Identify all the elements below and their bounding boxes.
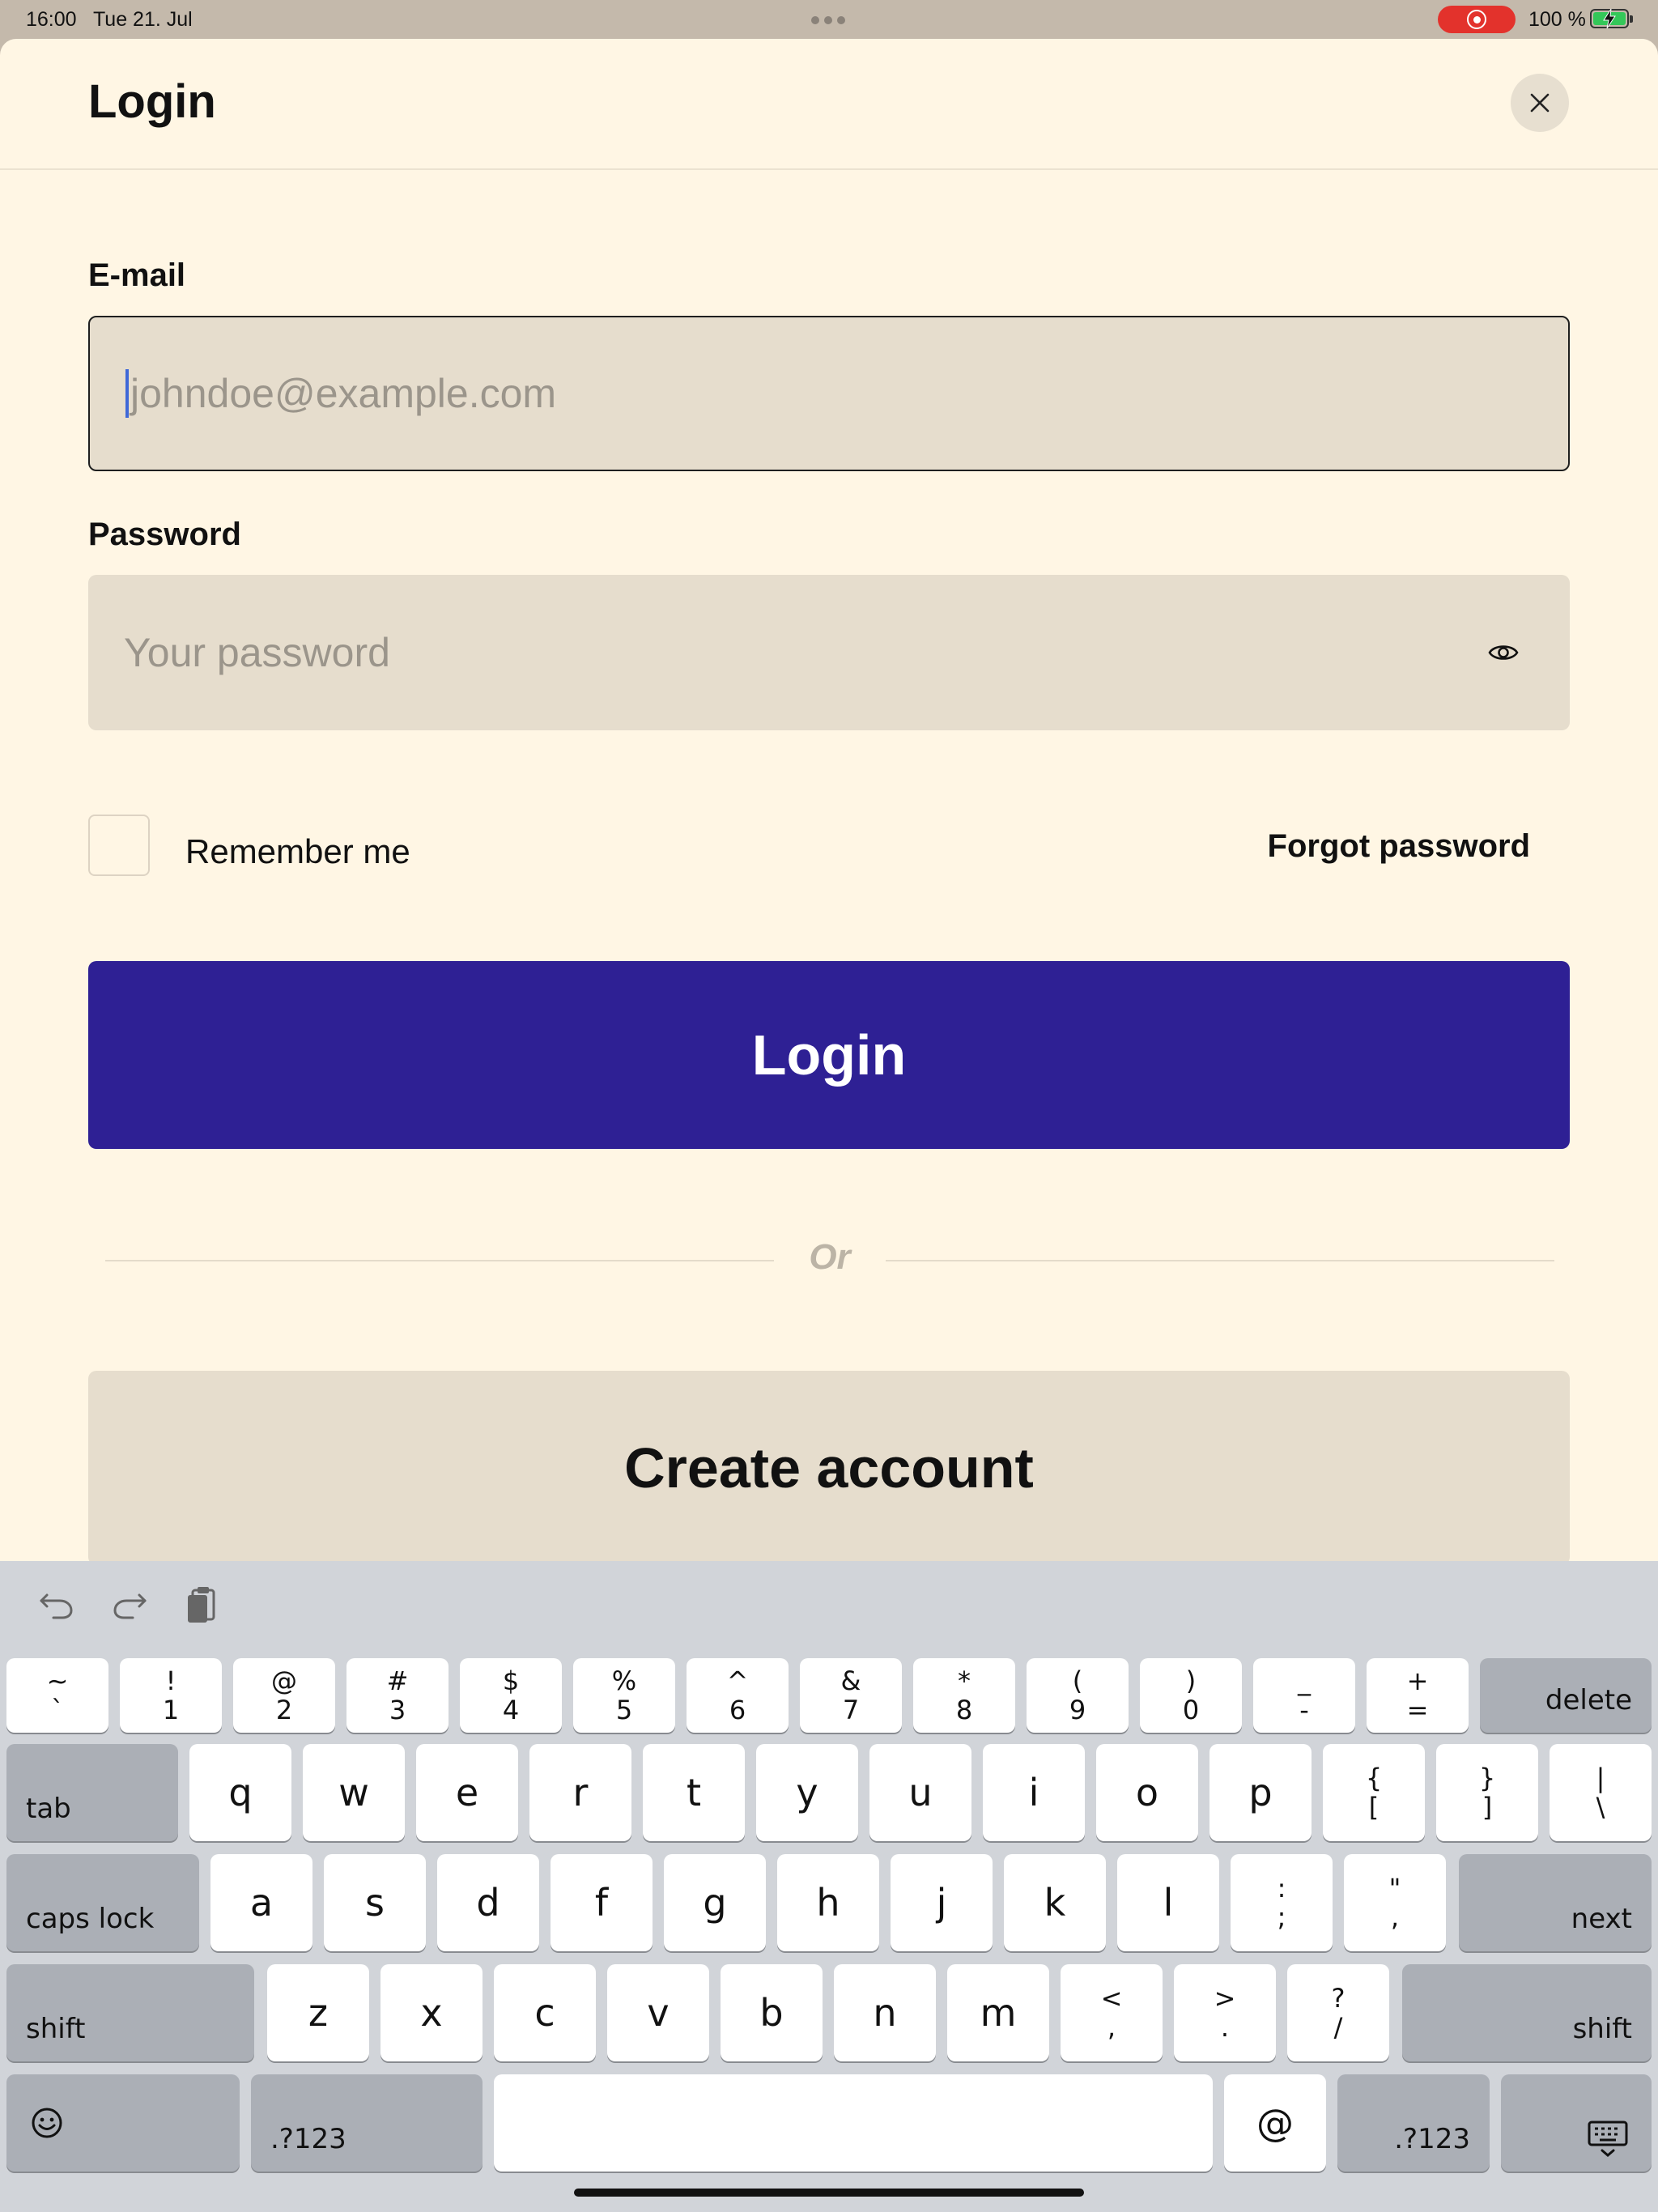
key-7[interactable]: & 7 <box>800 1658 902 1733</box>
tab-key[interactable]: tab <box>6 1744 178 1841</box>
key-9[interactable]: (9 <box>1027 1658 1129 1733</box>
multitasking-dots-icon[interactable] <box>811 16 845 24</box>
key-4[interactable]: $4 <box>460 1658 562 1733</box>
sheet-header: Login <box>0 39 1658 170</box>
key-[[interactable]: {[ <box>1323 1744 1425 1841</box>
space-bar[interactable] <box>494 2074 1213 2172</box>
remember-me-label[interactable]: Remember me <box>185 832 410 871</box>
show-password-eye-icon[interactable] <box>1487 636 1520 669</box>
key-\[interactable]: | \ <box>1550 1744 1652 1841</box>
or-label: Or <box>809 1237 851 1277</box>
key-t[interactable]: t <box>643 1744 745 1841</box>
key-s[interactable]: s <box>324 1854 426 1951</box>
key-b[interactable]: b <box>721 1964 823 2061</box>
key-x[interactable]: x <box>380 1964 483 2061</box>
next-key[interactable]: next <box>1459 1854 1652 1951</box>
key-g[interactable]: g <box>664 1854 766 1951</box>
numbers-key-left[interactable]: .?123 <box>251 2074 483 2172</box>
key-sym4-2[interactable]: ? / <box>1287 1964 1389 2061</box>
key-u[interactable]: u <box>869 1744 971 1841</box>
redo-icon[interactable] <box>110 1584 149 1623</box>
key-q[interactable]: q <box>189 1744 291 1841</box>
emoji-icon <box>32 2108 62 2138</box>
numbers-key-right[interactable]: .?123 <box>1337 2074 1490 2172</box>
key-j[interactable]: j <box>891 1854 993 1951</box>
key-e[interactable]: e <box>416 1744 518 1841</box>
login-button-label: Login <box>751 1023 907 1087</box>
paste-clipboard-icon[interactable] <box>183 1584 222 1626</box>
forgot-password-link[interactable]: Forgot password <box>1268 828 1530 865</box>
key-6[interactable]: ^ 6 <box>687 1658 789 1733</box>
key-d[interactable]: d <box>437 1854 539 1951</box>
on-screen-keyboard: ~ `! 1 @2 #3 $4% 5 ^ 6 & 7 * 8(9) 0 _ - + = delete tab q w e r t… <box>0 1561 1658 2212</box>
email-field[interactable]: johndoe@example.com <box>88 316 1570 471</box>
create-account-label: Create account <box>624 1436 1034 1499</box>
key-v[interactable]: v <box>607 1964 709 2061</box>
key-sym-0[interactable]: :; <box>1231 1854 1333 1951</box>
shift-right-key[interactable]: shift <box>1402 1964 1652 2061</box>
delete-key[interactable]: delete <box>1480 1658 1652 1733</box>
charging-bolt-icon <box>1603 8 1616 29</box>
key-n[interactable]: n <box>834 1964 936 2061</box>
status-time: 16:00 Tue 21. Jul <box>26 8 193 31</box>
email-label: E-mail <box>88 257 186 293</box>
key-0[interactable]: ) 0 <box>1140 1658 1242 1733</box>
key-c[interactable]: c <box>494 1964 596 2061</box>
key-=[interactable]: + = <box>1367 1658 1469 1733</box>
key-a[interactable]: a <box>210 1854 312 1951</box>
key-2[interactable]: @2 <box>233 1658 335 1733</box>
key-sym-1[interactable]: ", <box>1344 1854 1446 1951</box>
key-r[interactable]: r <box>529 1744 631 1841</box>
key-h[interactable]: h <box>777 1854 879 1951</box>
password-field[interactable]: Your password <box>88 575 1570 730</box>
emoji-key[interactable] <box>6 2074 240 2172</box>
remember-me-checkbox[interactable] <box>88 815 150 876</box>
shift-left-key[interactable]: shift <box>6 1964 254 2061</box>
key-sym4-0[interactable]: <, <box>1061 1964 1163 2061</box>
email-placeholder: johndoe@example.com <box>130 371 557 416</box>
key--[interactable]: _ - <box>1253 1658 1355 1733</box>
undo-icon[interactable] <box>37 1584 76 1623</box>
key-3[interactable]: #3 <box>346 1658 449 1733</box>
create-account-button[interactable]: Create account <box>88 1371 1570 1565</box>
close-button[interactable] <box>1511 74 1569 132</box>
key-sym4-1[interactable]: >. <box>1174 1964 1276 2061</box>
hide-keyboard-key[interactable] <box>1501 2074 1652 2172</box>
key-p[interactable]: p <box>1209 1744 1312 1841</box>
hide-keyboard-icon <box>1588 2121 1628 2157</box>
key-8[interactable]: * 8 <box>913 1658 1015 1733</box>
key-y[interactable]: y <box>756 1744 858 1841</box>
key-l[interactable]: l <box>1117 1854 1219 1951</box>
or-divider: Or <box>105 1237 1554 1277</box>
key-1[interactable]: ! 1 <box>120 1658 222 1733</box>
key-f[interactable]: f <box>551 1854 653 1951</box>
key-at[interactable]: @ <box>1224 2074 1326 2172</box>
password-placeholder: Your password <box>124 630 390 675</box>
key-5[interactable]: % 5 <box>573 1658 675 1733</box>
password-label: Password <box>88 517 241 552</box>
battery-percentage: 100 % <box>1528 8 1586 31</box>
page-title: Login <box>88 75 216 128</box>
key-m[interactable]: m <box>947 1964 1049 2061</box>
key-][interactable]: }] <box>1436 1744 1538 1841</box>
status-bar: 16:00 Tue 21. Jul 100 % <box>0 0 1658 39</box>
key-i[interactable]: i <box>983 1744 1085 1841</box>
caps-lock-key[interactable]: caps lock <box>6 1854 199 1951</box>
close-icon <box>1530 93 1550 113</box>
key-w[interactable]: w <box>303 1744 405 1841</box>
login-button[interactable]: Login <box>88 961 1570 1149</box>
key-z[interactable]: z <box>267 1964 369 2061</box>
key-`[interactable]: ~ ` <box>6 1658 108 1733</box>
text-caret <box>125 369 129 418</box>
key-o[interactable]: o <box>1096 1744 1198 1841</box>
home-indicator <box>574 2189 1084 2197</box>
screen-recording-icon[interactable] <box>1438 6 1516 33</box>
key-k[interactable]: k <box>1004 1854 1106 1951</box>
